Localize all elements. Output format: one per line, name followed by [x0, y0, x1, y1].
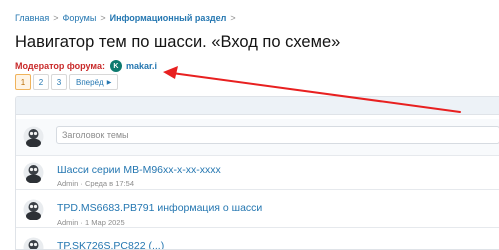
breadcrumb-forums[interactable]: Форумы [63, 13, 97, 23]
thread-row[interactable]: Шасси серии MB-M96xx-x-xx-xxxx Admin · С… [16, 155, 499, 189]
next-page-button[interactable]: Вперёд ▶ [69, 74, 119, 90]
thread-meta: Admin · 1 Мар 2025 [57, 218, 125, 227]
breadcrumb-separator: > [53, 13, 59, 23]
page-3-button[interactable]: 3 [51, 74, 67, 90]
page-2-button[interactable]: 2 [33, 74, 49, 90]
author-avatar[interactable] [23, 199, 44, 220]
moderator-name-link[interactable]: makar.i [126, 61, 157, 71]
breadcrumb-home[interactable]: Главная [15, 13, 49, 23]
thread-title-input[interactable]: Заголовок темы [56, 126, 499, 144]
breadcrumb-separator: > [230, 13, 236, 23]
thread-row[interactable]: TP.SK726S.PC822 (...) [16, 227, 499, 249]
thread-date[interactable]: Среда в 17:54 [85, 179, 134, 188]
user-avatar [23, 126, 44, 147]
thread-title-link[interactable]: Шасси серии MB-M96xx-x-xx-xxxx [57, 164, 221, 176]
chevron-right-icon: ▶ [106, 79, 112, 86]
moderator-avatar[interactable]: K [109, 60, 122, 72]
thread-title-link[interactable]: TPD.MS6683.PB791 информация о шасси [57, 202, 262, 214]
author-avatar[interactable] [23, 237, 44, 249]
thread-author[interactable]: Admin [57, 218, 78, 227]
thread-title-link[interactable]: TP.SK726S.PC822 (...) [57, 240, 164, 249]
new-thread-row: Заголовок темы [16, 119, 499, 155]
breadcrumb-info-section[interactable]: Информационный раздел [110, 13, 227, 23]
breadcrumb: Главная > Форумы > Информационный раздел… [15, 13, 240, 23]
page-1-button[interactable]: 1 [15, 74, 31, 90]
breadcrumb-separator: > [100, 13, 106, 23]
forum-moderator: Модератор форума: K makar.i [15, 60, 157, 72]
next-page-label: Вперёд [76, 77, 104, 87]
page-title: Навигатор тем по шасси. «Вход по схеме» [15, 33, 341, 51]
moderator-label: Модератор форума: [15, 61, 105, 71]
thread-list: Заголовок темы Шасси серии MB-M96xx-x-xx… [15, 96, 499, 250]
pagination: 1 2 3 Вперёд ▶ [15, 74, 119, 90]
thread-meta: Admin · Среда в 17:54 [57, 179, 134, 188]
thread-author[interactable]: Admin [57, 179, 78, 188]
thread-row[interactable]: TPD.MS6683.PB791 информация о шасси Admi… [16, 189, 499, 227]
author-avatar[interactable] [23, 162, 44, 183]
thread-list-header [16, 97, 499, 115]
thread-date[interactable]: 1 Мар 2025 [85, 218, 125, 227]
